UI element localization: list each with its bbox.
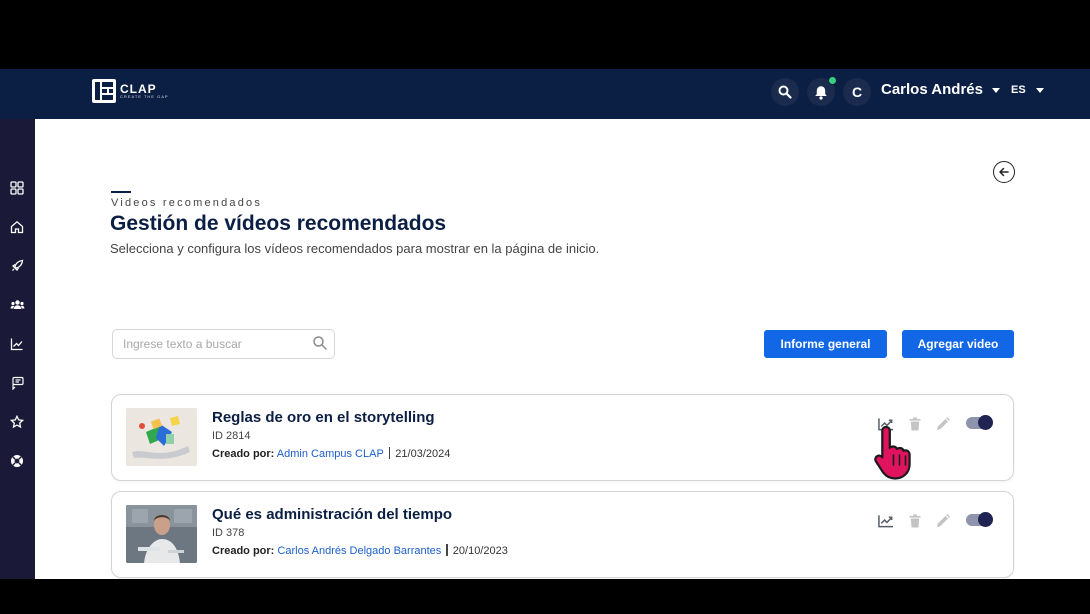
video-title[interactable]: Reglas de oro en el storytelling: [212, 409, 435, 426]
search-input[interactable]: [123, 335, 303, 353]
notifications-button[interactable]: [807, 76, 837, 106]
video-author[interactable]: Carlos Andrés Delgado Barrantes: [277, 545, 441, 557]
hand-pointer-cursor-icon: [874, 425, 911, 480]
language-selector[interactable]: ES: [1011, 84, 1026, 96]
language-caret-icon[interactable]: [1036, 88, 1044, 93]
page-subtitle: Selecciona y configura los vídeos recome…: [110, 241, 600, 256]
video-meta: Creado por: Admin Campus CLAP 21/03/2024: [212, 447, 450, 460]
video-id: ID 378: [212, 527, 245, 539]
search-icon[interactable]: [312, 335, 328, 351]
avatar-initial: C: [851, 84, 863, 100]
add-video-button[interactable]: Agregar video: [902, 330, 1014, 358]
created-by-label: Creado por:: [212, 448, 275, 460]
letterbox-bottom: [0, 579, 1090, 614]
section-eyebrow: Videos recomendados: [111, 197, 263, 209]
logo-tagline: CREATE THE GAP: [120, 94, 169, 99]
section-accent-line: [111, 191, 131, 193]
grid-icon[interactable]: [9, 180, 25, 196]
video-active-toggle[interactable]: [966, 415, 993, 430]
video-active-toggle[interactable]: [966, 512, 993, 527]
video-date: 20/10/2023: [452, 545, 508, 557]
back-button[interactable]: [993, 161, 1015, 183]
pencil-icon: [937, 514, 950, 527]
users-icon[interactable]: [9, 297, 25, 313]
sidebar: [0, 119, 35, 579]
edit-button[interactable]: [935, 416, 951, 432]
top-navbar: CLAP CREATE THE GAP C Carlos Andrés ES: [0, 69, 1090, 119]
video-card: Qué es administración del tiempo ID 378 …: [111, 491, 1014, 578]
video-author[interactable]: Admin Campus CLAP: [277, 448, 384, 460]
logo-mark-icon: [92, 79, 116, 103]
star-icon[interactable]: [9, 414, 25, 430]
notification-dot: [828, 76, 837, 85]
video-meta: Creado por: Carlos Andrés Delgado Barran…: [212, 544, 508, 557]
trending-up-icon: [878, 515, 894, 528]
chat-icon[interactable]: [9, 375, 25, 391]
created-by-label: Creado por:: [212, 545, 275, 557]
user-name[interactable]: Carlos Andrés: [881, 81, 983, 98]
video-title[interactable]: Qué es administración del tiempo: [212, 506, 452, 523]
trash-icon: [909, 514, 921, 528]
toggle-knob: [978, 415, 993, 430]
clap-logo[interactable]: CLAP CREATE THE GAP: [92, 78, 169, 104]
video-date: 21/03/2024: [395, 448, 451, 460]
rocket-icon[interactable]: [9, 258, 25, 274]
lifebuoy-icon[interactable]: [9, 453, 25, 469]
bell-icon: [815, 85, 827, 100]
chart-icon[interactable]: [9, 336, 25, 352]
main-content: Videos recomendados Gestión de vídeos re…: [35, 119, 1090, 579]
search-field[interactable]: [112, 329, 335, 359]
search-icon: [778, 85, 792, 99]
home-icon[interactable]: [9, 219, 25, 235]
delete-button[interactable]: [907, 513, 923, 529]
pencil-icon: [937, 417, 950, 430]
toggle-knob: [978, 512, 993, 527]
search-button[interactable]: [771, 78, 799, 106]
arrow-left-icon: [999, 167, 1009, 177]
video-id: ID 2814: [212, 430, 251, 442]
user-avatar[interactable]: C: [843, 78, 871, 106]
general-report-button[interactable]: Informe general: [764, 330, 887, 358]
video-thumbnail[interactable]: [126, 505, 197, 563]
edit-button[interactable]: [935, 513, 951, 529]
meta-separator: [446, 544, 448, 556]
meta-separator: [388, 447, 391, 459]
stats-button[interactable]: [878, 513, 894, 529]
user-menu-caret-icon[interactable]: [992, 88, 1000, 93]
app-frame: CLAP CREATE THE GAP C Carlos Andrés ES V…: [0, 69, 1090, 579]
video-thumbnail[interactable]: [126, 408, 197, 466]
page-title: Gestión de vídeos recomendados: [110, 212, 447, 235]
